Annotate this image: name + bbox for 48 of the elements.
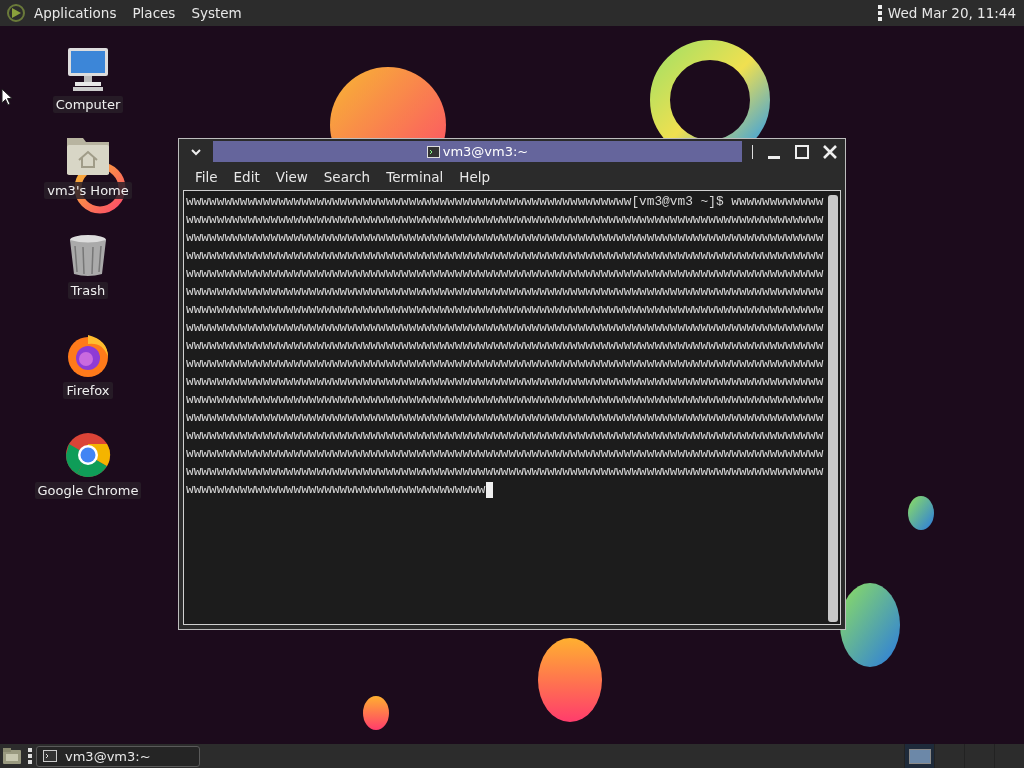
icon-label[interactable]: Trash bbox=[67, 282, 109, 299]
window-title: vm3@vm3:~ bbox=[442, 144, 529, 159]
menu-item[interactable]: Help bbox=[451, 169, 499, 185]
mouse-pointer-icon bbox=[1, 88, 13, 106]
menu-item[interactable]: Edit bbox=[225, 169, 268, 185]
vertical-dots-icon[interactable] bbox=[877, 5, 882, 21]
menu-item[interactable]: View bbox=[267, 169, 316, 185]
icon-label[interactable]: Google Chrome bbox=[34, 482, 142, 499]
icon-label[interactable]: Computer bbox=[52, 96, 124, 113]
icon-label[interactable]: vm3's Home bbox=[44, 182, 132, 199]
workspace-button[interactable] bbox=[904, 744, 934, 768]
maximize-icon bbox=[794, 143, 810, 160]
terminal-line: wwwwwwwwwwwwwwwwwwwwwwwwwwwwwwwwwwwwwwwwwwwwwwwwwwwwwwwwwwwwwwwwwwwwwwwwwwwwwwwwwww bbox=[186, 301, 824, 319]
panel-menu[interactable]: System bbox=[183, 5, 250, 21]
terminal-line: wwwwwwwwwwwwwwwwwwwwwwwwwwwwwwwwwwwwwwwwwwwwwwwwwwwwwwwwwwwwwwwwwwwwwwwwwwwwwwwwwww bbox=[186, 463, 824, 481]
terminal-line: wwwwwwwwwwwwwwwwwwwwwwwwwwwwwwwwwwwwwwwwwwwwwwwwwwwwwwwwwwwwwwwwwwwwwwwwwwwwwwwwwww bbox=[186, 247, 824, 265]
show-desktop-icon[interactable] bbox=[2, 747, 22, 765]
terminal-line: wwwwwwwwwwwwwwwwwwwwwwwwwwwwwwwwwwwwwwwwwwwwwwwwwwwwwwwwwwwwwwwwwwwwwwwwwwwwwwwwwww bbox=[186, 391, 824, 409]
terminal-line: wwwwwwwwwwwwwwwwwwwwwwwwwwwwwwwwwwwwwwwwwwwwwwwwwwwwwwwwwwwwwwwwwwwwwwwwwwwwwwwwwww bbox=[186, 265, 824, 283]
terminal-line: wwwwwwwwwwwwwwwwwwwwwwwwwwwwwwwwwwwwwwwwwwwwwwwwwwwwwwwwwwwwwwwwwwwwwwwwwwwwwwwwwww bbox=[186, 283, 824, 301]
menu-item[interactable]: File bbox=[187, 169, 226, 185]
text-cursor bbox=[485, 482, 493, 498]
terminal-line: wwwwwwwwwwwwwwwwwwwwwwwwwwwwwwwwwwwwwwwwwwwwwwwwwwwwwwwwwwwwwwwwwwwwwwwwwwwwwwwwwww bbox=[186, 427, 824, 445]
terminal-line: wwwwwwwwwwwwwwwwwwwwwwwwwwwwwwwwwwwwwwwwwwwwwwwwwwwwwwwwww[vm3@vm3 ~]$ wwwwwwwwwwww bbox=[186, 193, 824, 211]
circle-logo-icon[interactable] bbox=[63, 430, 113, 480]
panel-menu[interactable]: Places bbox=[124, 5, 184, 21]
terminal-line: wwwwwwwwwwwwwwwwwwwwwwwwwwwwwwwwwwwwwwwwwwwwwwwwwwwwwwwwwwwwwwwwwwwwwwwwwwwwwwwwwww bbox=[186, 373, 824, 391]
terminal-icon bbox=[426, 145, 440, 158]
terminal-line: wwwwwwwwwwwwwwwwwwwwwwwwwwwwwwwwwwwwwwwwwwwwwwwwwwwwwwwwwwwwwwwwwwwwwwwwwwwwwwwwwww bbox=[186, 445, 824, 463]
taskbar-button[interactable]: vm3@vm3:~ bbox=[36, 745, 200, 767]
terminal-line: wwwwwwwwwwwwwwwwwwwwwwwwwwwwwwwwwwwwwwwwwwwwwwwwwwwwwwwwwwwwwwwwwwwwwwwwwwwwwwwwwww bbox=[186, 319, 824, 337]
panel-handle-icon bbox=[28, 748, 32, 764]
clock[interactable]: Wed Mar 20, 11:44 bbox=[881, 5, 1016, 21]
menu-item[interactable]: Search bbox=[315, 169, 379, 185]
terminal-line: wwwwwwwwwwwwwwwwwwwwwwwwwwwwwwwwwwwwwwwwwwwwwwwwwwwwwwwwwwwwwwwwwwwwwwwwwwwwwwwwwww bbox=[186, 211, 824, 229]
terminal-icon bbox=[43, 750, 57, 762]
menu-logo-icon[interactable] bbox=[6, 3, 26, 23]
terminal-line: wwwwwwwwwwwwwwwwwwwwwwwwwwwwwwwwwwwwwwwwwwwwwwwwwwwwwwwwwwwwwwwwwwwwwwwwwwwwwwwwwww bbox=[186, 409, 824, 427]
close-icon bbox=[822, 143, 838, 160]
menu-item[interactable]: Terminal bbox=[378, 169, 452, 185]
minimize-icon bbox=[768, 155, 780, 159]
panel-menu[interactable]: Applications bbox=[26, 5, 125, 21]
scrollbar-thumb[interactable] bbox=[828, 195, 838, 622]
icon-label[interactable]: Firefox bbox=[63, 382, 113, 399]
terminal-line: wwwwwwwwwwwwwwwwwwwwwwwwwwwwwwwwwwwwwwwwwwwwwwwwwwwwwwwwwwwwwwwwwwwwwwwwwwwwwwwwwww bbox=[186, 229, 824, 247]
terminal-line: wwwwwwwwwwwwwwwwwwwwwwwwwwwwwwwwwwwwwwwwwwwwwwwwwwwwwwwwwwwwwwwwwwwwwwwwwwwwwwwwwww bbox=[186, 337, 824, 355]
terminal-line: wwwwwwwwwwwwwwwwwwwwwwwwwwwwwwwwwwwwwww bbox=[186, 481, 486, 499]
terminal-line: wwwwwwwwwwwwwwwwwwwwwwwwwwwwwwwwwwwwwwwwwwwwwwwwwwwwwwwwwwwwwwwwwwwwwwwwwwwwwwwwwww bbox=[186, 355, 824, 373]
